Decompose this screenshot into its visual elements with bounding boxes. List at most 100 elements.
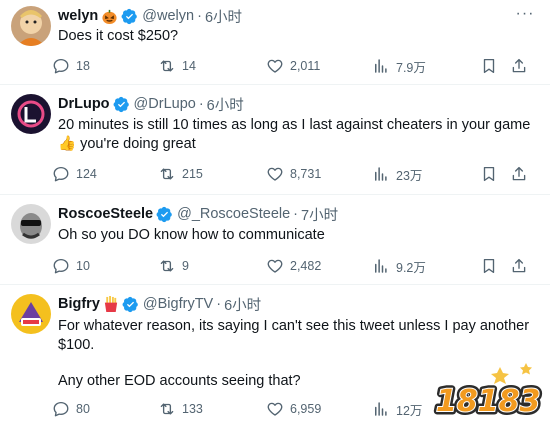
retweet-icon xyxy=(158,57,176,75)
heart-icon xyxy=(266,165,284,183)
heart-icon xyxy=(266,57,284,75)
handle[interactable]: @BigfryTV xyxy=(143,296,213,312)
avatar-bigfry[interactable] xyxy=(11,294,51,334)
tweet-welyn[interactable]: welyn @welyn · 6小时 ··· Does it cost $250… xyxy=(0,0,550,85)
tweet-text: 20 minutes is still 10 times as long as … xyxy=(58,116,531,154)
like-count: 8,731 xyxy=(290,167,322,181)
display-name[interactable]: RoscoeSteele xyxy=(58,206,153,222)
like-button[interactable]: 8,731 xyxy=(266,162,321,186)
fries-icon xyxy=(103,295,119,313)
view-count: 7.9万 xyxy=(396,60,426,75)
bookmark-button[interactable] xyxy=(480,54,498,78)
action-bar: 18 14 2,011 7.9万 xyxy=(50,54,540,78)
tweet-text-line: 👍 you're doing great xyxy=(58,136,196,152)
views-button[interactable]: 23万 xyxy=(372,162,422,186)
tweet-roscoesteele[interactable]: RoscoeSteele @_RoscoeSteele · 7小时 Oh so … xyxy=(0,196,550,285)
like-count: 6,959 xyxy=(290,402,322,416)
heart-icon xyxy=(266,257,284,275)
avatar-drlupo[interactable] xyxy=(11,94,51,134)
bookmark-button[interactable] xyxy=(480,254,498,278)
retweet-count: 133 xyxy=(182,402,203,416)
retweet-button[interactable]: 215 xyxy=(158,162,203,186)
watermark-logo: 18183 18183 18183 xyxy=(430,361,550,427)
retweet-button[interactable]: 9 xyxy=(158,254,189,278)
reply-button[interactable]: 80 xyxy=(52,397,90,421)
more-options-icon[interactable]: ··· xyxy=(514,4,536,24)
tweet-text-line: 20 minutes is still 10 times as long as … xyxy=(58,117,531,133)
reply-count: 18 xyxy=(76,59,90,73)
share-button[interactable] xyxy=(510,162,528,186)
retweet-icon xyxy=(158,257,176,275)
bookmark-icon xyxy=(480,257,498,275)
pumpkin-icon xyxy=(101,8,118,25)
tweet-text-line: Oh so you DO know how to communicate xyxy=(58,227,325,243)
thumbs-up-emoji: 👍 xyxy=(58,136,77,152)
timestamp[interactable]: 6小时 xyxy=(207,94,244,115)
like-button[interactable]: 6,959 xyxy=(266,397,321,421)
display-name[interactable]: DrLupo xyxy=(58,96,110,112)
views-chart-icon xyxy=(372,57,390,75)
share-button[interactable] xyxy=(510,254,528,278)
bookmark-button[interactable] xyxy=(480,162,498,186)
retweet-icon xyxy=(158,400,176,418)
tweet-text: Oh so you DO know how to communicate xyxy=(58,226,528,245)
retweet-icon xyxy=(158,165,176,183)
verified-badge-icon xyxy=(121,8,138,25)
separator-dot: · xyxy=(198,96,204,112)
display-name[interactable]: Bigfry xyxy=(58,296,100,312)
reply-button[interactable]: 18 xyxy=(52,54,90,78)
separator-dot: · xyxy=(293,206,299,222)
tweet-header: DrLupo @DrLupo · 6小时 xyxy=(58,94,244,114)
timestamp[interactable]: 6小时 xyxy=(205,6,242,27)
reply-icon xyxy=(52,57,70,75)
reply-count: 10 xyxy=(76,259,90,273)
timestamp[interactable]: 6小时 xyxy=(224,294,261,315)
share-icon xyxy=(510,165,528,183)
reply-count: 80 xyxy=(76,402,90,416)
retweet-count: 215 xyxy=(182,167,203,181)
handle[interactable]: @_RoscoeSteele xyxy=(177,206,290,222)
separator-dot: · xyxy=(216,296,222,312)
action-bar: 10 9 2,482 9.2万 xyxy=(50,254,540,278)
like-button[interactable]: 2,482 xyxy=(266,254,321,278)
like-count: 2,011 xyxy=(290,59,321,73)
reply-count: 124 xyxy=(76,167,97,181)
handle[interactable]: @DrLupo xyxy=(134,96,196,112)
retweet-count: 9 xyxy=(182,259,189,273)
avatar-roscoesteele[interactable] xyxy=(11,204,51,244)
tweet-header: Bigfry @BigfryTV · 6小时 xyxy=(58,294,261,314)
reply-icon xyxy=(52,165,70,183)
verified-badge-icon xyxy=(156,206,173,223)
views-button[interactable]: 7.9万 xyxy=(372,54,426,78)
retweet-button[interactable]: 133 xyxy=(158,397,203,421)
share-button[interactable] xyxy=(510,54,528,78)
share-icon xyxy=(510,57,528,75)
tweet-drlupo[interactable]: DrLupo @DrLupo · 6小时 20 minutes is still… xyxy=(0,86,550,195)
bookmark-icon xyxy=(480,165,498,183)
tweet-header: RoscoeSteele @_RoscoeSteele · 7小时 xyxy=(58,204,338,224)
bookmark-icon xyxy=(480,57,498,75)
handle[interactable]: @welyn xyxy=(142,8,194,24)
retweet-count: 14 xyxy=(182,59,196,73)
tweet-text-line: $100. xyxy=(58,337,95,353)
tweet-text-line: Does it cost $250? xyxy=(58,28,179,44)
views-button[interactable]: 9.2万 xyxy=(372,254,426,278)
view-count: 23万 xyxy=(396,168,423,183)
reply-button[interactable]: 10 xyxy=(52,254,90,278)
reply-button[interactable]: 124 xyxy=(52,162,97,186)
action-bar: 124 215 8,731 23万 xyxy=(50,162,540,186)
avatar-welyn[interactable] xyxy=(11,6,51,46)
timestamp[interactable]: 7小时 xyxy=(301,204,338,225)
svg-text:18183: 18183 xyxy=(436,384,540,419)
views-button[interactable]: 12万 xyxy=(372,397,422,421)
verified-badge-icon xyxy=(122,296,139,313)
like-button[interactable]: 2,011 xyxy=(266,54,320,78)
retweet-button[interactable]: 14 xyxy=(158,54,196,78)
tweet-header: welyn @welyn · 6小时 xyxy=(58,6,242,26)
view-count: 9.2万 xyxy=(396,260,426,275)
tweet-text: Does it cost $250? xyxy=(58,27,528,46)
display-name[interactable]: welyn xyxy=(58,8,98,24)
views-chart-icon xyxy=(372,165,390,183)
view-count: 12万 xyxy=(396,403,423,418)
reply-icon xyxy=(52,257,70,275)
